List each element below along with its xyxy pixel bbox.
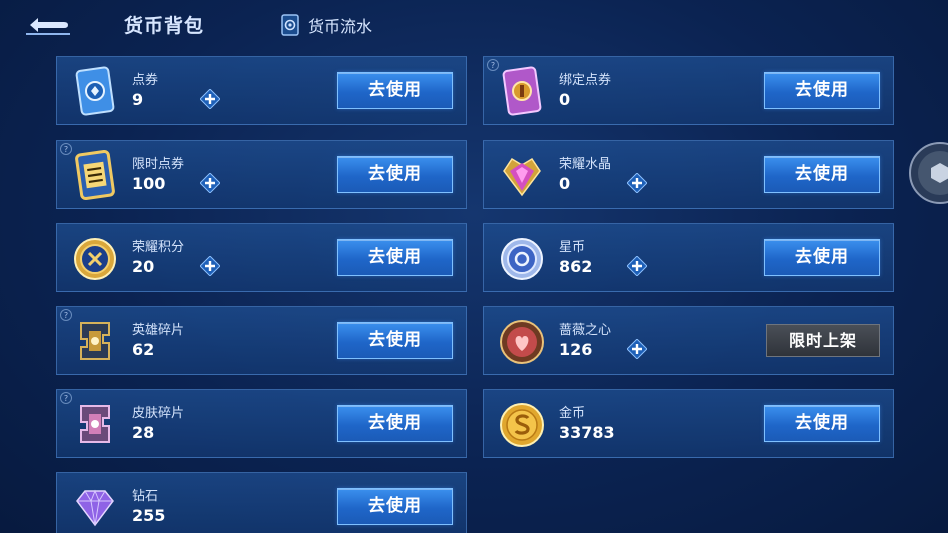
item-name: 点券: [132, 73, 159, 88]
limited-coupon-icon: [69, 149, 121, 201]
plus-icon: [626, 338, 648, 360]
use-button[interactable]: 去使用: [337, 72, 453, 109]
currency-card-gold-coin: 金币 33783 去使用: [483, 389, 894, 458]
rose-heart-icon: [496, 315, 548, 367]
page-title: 货币背包: [124, 15, 205, 37]
currency-card-limited-coupon: ? 限时点券 100 去使用: [56, 140, 467, 209]
item-name: 英雄碎片: [132, 323, 185, 338]
use-button[interactable]: 去使用: [337, 405, 453, 442]
use-button[interactable]: 去使用: [764, 239, 880, 276]
glory-points-icon: [69, 232, 121, 284]
currency-card-rose-heart: 蔷薇之心 126 限时上架: [483, 306, 894, 375]
bound-coupon-icon: [496, 65, 548, 117]
item-value: 28: [132, 423, 155, 442]
item-name: 限时点券: [132, 157, 185, 172]
currency-card-diamond: 钻石 255 去使用: [56, 472, 467, 533]
item-value: 255: [132, 506, 166, 525]
item-name: 蔷薇之心: [559, 323, 612, 338]
gold-coin-icon: [496, 398, 548, 450]
recharge-plus-button[interactable]: [626, 172, 648, 194]
plus-icon: [199, 255, 221, 277]
currency-flow-label: 货币流水: [308, 17, 373, 36]
recharge-plus-button[interactable]: [626, 255, 648, 277]
item-value: 20: [132, 257, 155, 276]
use-button[interactable]: 去使用: [337, 488, 453, 525]
currency-card-glory-points: 荣耀积分 20 去使用: [56, 223, 467, 292]
item-value: 62: [132, 340, 155, 359]
recharge-plus-button[interactable]: [199, 172, 221, 194]
plus-icon: [199, 88, 221, 110]
plus-icon: [626, 255, 648, 277]
recharge-plus-button[interactable]: [199, 88, 221, 110]
diamond-icon: [69, 481, 121, 533]
currency-card-coupon: 点券 9 去使用: [56, 56, 467, 125]
item-name: 皮肤碎片: [132, 406, 185, 421]
back-arrow-icon: [26, 18, 70, 35]
use-button[interactable]: 去使用: [764, 405, 880, 442]
hero-fragment-icon: [69, 315, 121, 367]
currency-flow-link[interactable]: 货币流水: [280, 12, 372, 38]
item-name: 钻石: [132, 489, 159, 504]
item-value: 9: [132, 90, 144, 109]
item-name: 星币: [559, 240, 586, 255]
back-button[interactable]: [22, 12, 74, 38]
item-value: 100: [132, 174, 166, 193]
item-value: 0: [559, 90, 571, 109]
recharge-plus-button[interactable]: [626, 338, 648, 360]
use-button[interactable]: 去使用: [337, 239, 453, 276]
item-name: 金币: [559, 406, 586, 421]
coupon-icon: [69, 65, 121, 117]
side-settings-button[interactable]: [906, 141, 948, 205]
currency-card-skin-fragment: ? 皮肤碎片 28 去使用: [56, 389, 467, 458]
skin-fragment-icon: [69, 398, 121, 450]
item-name: 荣耀积分: [132, 240, 185, 255]
currency-card-star-coin: 星币 862 去使用: [483, 223, 894, 292]
item-value: 33783: [559, 423, 615, 442]
glory-crystal-icon: [496, 149, 548, 201]
header-bar: 货币背包 货币流水: [0, 0, 948, 52]
hexagon-icon: [909, 142, 948, 204]
item-value: 126: [559, 340, 593, 359]
star-coin-icon: [496, 232, 548, 284]
currency-card-hero-fragment: ? 英雄碎片 62 去使用: [56, 306, 467, 375]
use-button[interactable]: 去使用: [337, 322, 453, 359]
use-button[interactable]: 去使用: [337, 156, 453, 193]
item-value: 0: [559, 174, 571, 193]
currency-card-glory-crystal: 荣耀水晶 0 去使用: [483, 140, 894, 209]
item-name: 绑定点券: [559, 73, 612, 88]
plus-icon: [626, 172, 648, 194]
plus-icon: [199, 172, 221, 194]
use-button[interactable]: 去使用: [764, 156, 880, 193]
item-name: 荣耀水晶: [559, 157, 612, 172]
recharge-plus-button[interactable]: [199, 255, 221, 277]
currency-flow-icon: [281, 14, 299, 36]
use-button[interactable]: 去使用: [764, 72, 880, 109]
currency-card-bound-coupon: ? 绑定点券 0 去使用: [483, 56, 894, 125]
item-value: 862: [559, 257, 593, 276]
limited-time-shelf-button[interactable]: 限时上架: [766, 324, 880, 357]
